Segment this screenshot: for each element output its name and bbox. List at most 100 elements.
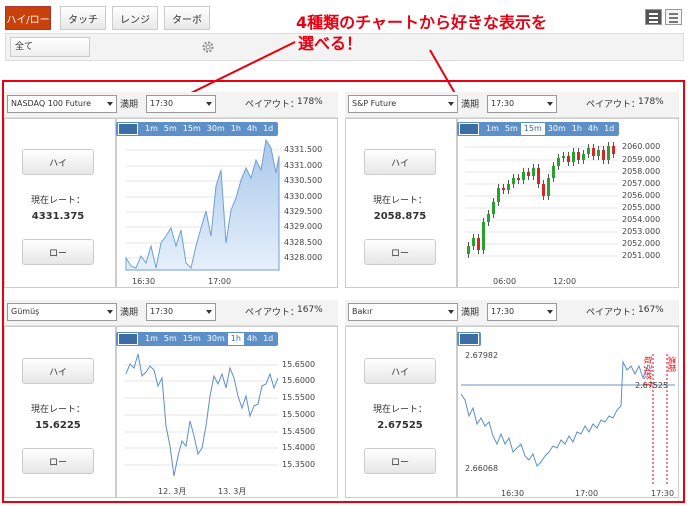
y-tick: 4328.000 — [284, 253, 322, 262]
y-tick: 2056.000 — [622, 191, 660, 200]
asset-select[interactable]: Gümüş — [7, 303, 117, 321]
candle — [472, 238, 475, 246]
current-rate-value: 15.6225 — [35, 420, 81, 431]
y-tick: 4329.000 — [284, 222, 322, 231]
expiry-time: 17:30 — [491, 307, 515, 316]
candle — [492, 202, 495, 214]
expiry-label: 満期 — [461, 100, 480, 110]
y-tick: 15.6000 — [282, 376, 315, 385]
low-button[interactable]: ロー — [22, 448, 94, 474]
y-tick: 2052.000 — [622, 239, 660, 248]
y-tick: 15.5500 — [282, 393, 315, 402]
x-tick: 17:00 — [208, 277, 231, 286]
y-tick: 15.4500 — [282, 427, 315, 436]
expiry-select[interactable]: 17:30 — [487, 95, 557, 113]
expiry-select[interactable]: 17:30 — [487, 303, 557, 321]
trade-end-label: 取引終了 — [643, 356, 653, 388]
y-tick: 2055.000 — [622, 203, 660, 212]
x-tick: 17:00 — [575, 489, 598, 498]
candle — [597, 150, 600, 156]
y-tick: 2053.000 — [622, 227, 660, 236]
payout-value: 178% — [297, 97, 323, 107]
high-button[interactable]: ハイ — [22, 358, 94, 384]
current-rate: 現在レート： 2058.875 — [350, 193, 450, 222]
x-tick: 06:00 — [493, 277, 516, 286]
candle — [497, 188, 500, 202]
asset-name: NASDAQ 100 Future — [11, 99, 92, 108]
payout-label: ペイアウト： — [586, 100, 641, 110]
y-tick: 15.6500 — [282, 360, 315, 369]
asset-name: Gümüş — [11, 307, 40, 316]
candle — [517, 178, 520, 180]
asset-select[interactable]: NASDAQ 100 Future — [7, 95, 117, 113]
asset-name: S&P Future — [352, 99, 397, 108]
current-rate-value: 2.67525 — [377, 420, 423, 431]
current-rate: 現在レート： 4331.375 — [8, 193, 108, 222]
y-tick: 2059.000 — [622, 155, 660, 164]
low-button[interactable]: ロー — [364, 448, 436, 474]
candle — [587, 148, 590, 154]
candle — [542, 184, 545, 196]
current-rate-label: 現在レート： — [372, 196, 427, 206]
candle — [532, 168, 535, 176]
candle — [502, 188, 505, 190]
bottom-price-label: 2.66068 — [465, 464, 498, 473]
asset-select[interactable]: Bakır — [348, 303, 458, 321]
x-tick: 13. 3月 — [218, 487, 246, 496]
expiry-label: 満期 — [120, 100, 139, 110]
payout-label: ペイアウト： — [586, 308, 641, 318]
high-button[interactable]: ハイ — [364, 149, 436, 175]
y-tick: 15.5000 — [282, 410, 315, 419]
y-tick: 15.4000 — [282, 443, 315, 452]
price-chart: 4331.500 4331.000 4330.500 4330.000 4329.500… — [125, 138, 322, 286]
current-rate: 現在レート： 15.6225 — [8, 402, 108, 431]
x-tick: 17:30 — [651, 489, 674, 498]
candle — [557, 158, 560, 166]
candle — [607, 146, 610, 160]
y-tick: 2057.000 — [622, 179, 660, 188]
candle — [577, 152, 580, 160]
expiry-line-label: 満期 — [667, 356, 676, 372]
current-rate-value: 2058.875 — [373, 211, 427, 222]
candle — [507, 184, 510, 190]
high-button[interactable]: ハイ — [364, 358, 436, 384]
y-tick: 4331.500 — [284, 145, 322, 154]
asset-name: Bakır — [352, 307, 373, 316]
candle — [572, 152, 575, 162]
candle — [562, 156, 565, 158]
expiry-time: 17:30 — [491, 99, 515, 108]
candle — [537, 168, 540, 184]
high-button[interactable]: ハイ — [22, 149, 94, 175]
candle — [482, 222, 485, 250]
asset-select[interactable]: S&P Future — [348, 95, 458, 113]
payout-value: 167% — [638, 305, 664, 315]
candle — [612, 146, 615, 154]
x-tick: 16:30 — [132, 277, 155, 286]
current-rate-label: 現在レート： — [30, 196, 85, 206]
candle — [552, 166, 555, 178]
y-tick: 2051.000 — [622, 251, 660, 260]
expiry-line-chart: 2.679822.660682.67525 16:30 17:00 17:30 取引… — [460, 351, 676, 498]
current-rate-label: 現在レート： — [372, 405, 427, 415]
payout-label: ペイアウト： — [245, 100, 300, 110]
expiry-select[interactable]: 17:30 — [146, 95, 216, 113]
payout-value: 178% — [638, 97, 664, 107]
low-button[interactable]: ロー — [22, 239, 94, 265]
candle — [512, 178, 515, 184]
payout-label: ペイアウト： — [245, 308, 300, 318]
current-rate: 現在レート： 2.67525 — [350, 402, 450, 431]
candle — [582, 154, 585, 160]
expiry-time: 17:30 — [150, 307, 174, 316]
candle — [547, 178, 550, 196]
y-tick: 4329.500 — [284, 207, 322, 216]
expiry-select[interactable]: 17:30 — [146, 303, 216, 321]
low-button[interactable]: ロー — [364, 239, 436, 265]
candle — [477, 238, 480, 250]
y-tick: 2060.000 — [622, 142, 660, 151]
y-tick: 15.3500 — [282, 460, 315, 469]
top-price-label: 2.67982 — [465, 351, 498, 360]
expiry-label: 満期 — [120, 308, 139, 318]
candle-chart: 2060.000 2059.000 2058.000 2057.000 2056.000… — [465, 142, 660, 286]
x-tick: 16:30 — [501, 489, 524, 498]
x-tick: 12. 3月 — [158, 487, 186, 496]
